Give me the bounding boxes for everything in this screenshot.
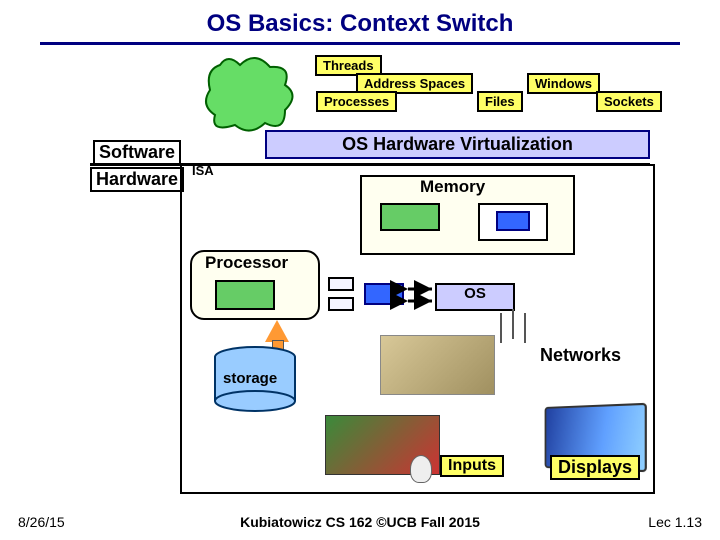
software-label: Software bbox=[93, 140, 181, 165]
tag-windows: Windows bbox=[527, 73, 600, 94]
slide-title: OS Basics: Context Switch bbox=[0, 0, 720, 38]
mouse-icon bbox=[410, 455, 432, 483]
hardware-label: Hardware bbox=[90, 167, 184, 192]
tag-files: Files bbox=[477, 91, 523, 112]
networks-label: Networks bbox=[540, 345, 621, 366]
tag-processes: Processes bbox=[316, 91, 397, 112]
arrows-proc-os bbox=[320, 255, 440, 325]
antenna-1 bbox=[500, 313, 502, 343]
tag-sockets: Sockets bbox=[596, 91, 662, 112]
footer-lecnum: Lec 1.13 bbox=[648, 514, 702, 530]
title-underline bbox=[40, 42, 680, 45]
memory-region-green bbox=[380, 203, 440, 231]
orange-up-arrow-head bbox=[265, 320, 289, 342]
inputs-label: Inputs bbox=[440, 455, 504, 477]
memory-pgtbl-blue bbox=[496, 211, 530, 231]
antenna-3 bbox=[524, 313, 526, 343]
os-box: OS bbox=[435, 283, 515, 311]
blob-shape bbox=[200, 55, 300, 135]
diagram-canvas: Threads Address Spaces Windows Processes… bbox=[40, 55, 680, 485]
memory-label: Memory bbox=[420, 177, 485, 197]
networks-device-icon bbox=[380, 335, 495, 395]
os-hardware-virtualization: OS Hardware Virtualization bbox=[265, 130, 650, 159]
antenna-2 bbox=[512, 309, 514, 339]
footer-course: Kubiatowicz CS 162 ©UCB Fall 2015 bbox=[0, 514, 720, 530]
displays-label: Displays bbox=[550, 455, 640, 480]
storage-label: storage bbox=[223, 370, 277, 387]
processor-register-green bbox=[215, 280, 275, 310]
processor-label: Processor bbox=[205, 253, 288, 273]
